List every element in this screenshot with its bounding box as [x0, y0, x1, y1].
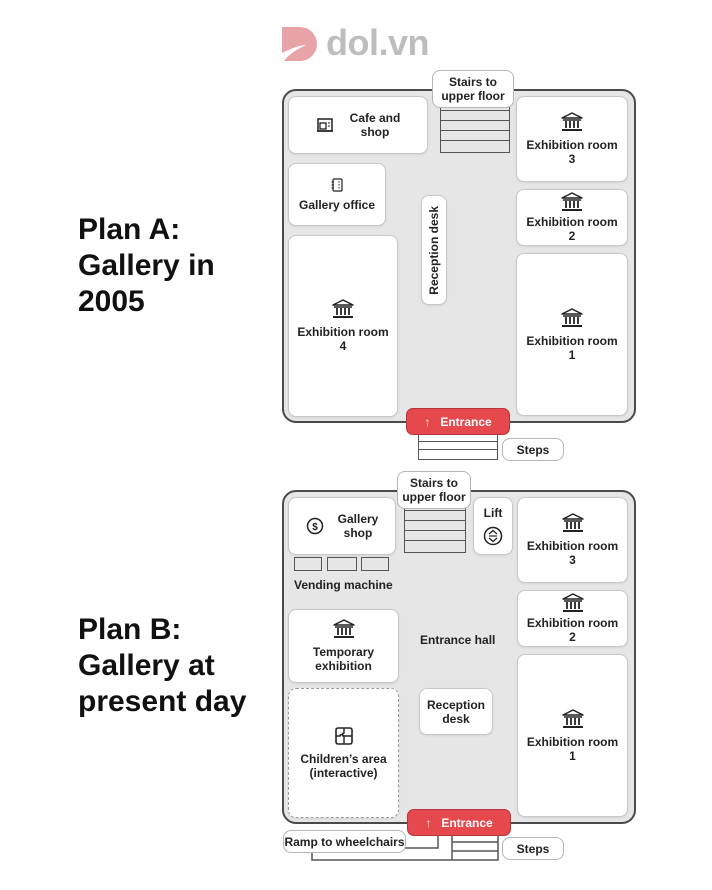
room-label: Temporary: [312, 645, 375, 659]
label-text: Stairs to: [409, 476, 458, 490]
room-label: Gallery office: [298, 197, 376, 212]
room-label: Children’s area: [300, 752, 387, 766]
plan-a-title: Plan A: Gallery in 2005: [78, 212, 215, 320]
room-label: 3: [568, 152, 576, 166]
label-text: Steps: [516, 841, 550, 856]
brand-logo: dol.vn: [280, 20, 430, 66]
plan-a-entrance[interactable]: ↑ Entrance: [406, 408, 510, 435]
plan-a-exhibition-room-4: Exhibition room 4: [288, 235, 398, 417]
plan-a-gallery-office: Gallery office: [288, 163, 386, 226]
puzzle-icon: [334, 726, 354, 746]
room-label: 1: [569, 748, 576, 763]
label-text: upper floor: [402, 490, 466, 504]
plan-a-stairs-label: Stairs to upper floor: [432, 70, 514, 108]
arrow-up-icon: ↑: [425, 815, 432, 830]
plan-a-title-line: Gallery in: [78, 249, 215, 282]
museum-icon: [561, 708, 584, 729]
room-label: Exhibition room: [526, 734, 619, 749]
plan-a-title-line: 2005: [78, 285, 145, 318]
museum-icon: [332, 299, 354, 319]
room-label: Exhibition room: [297, 325, 389, 339]
plan-b-title-line: Plan B:: [78, 613, 182, 646]
plan-b-gallery-shop: $ Gallery shop: [288, 497, 396, 555]
dollar-icon: $: [306, 517, 324, 535]
entrance-hall-label: Entrance hall: [420, 633, 496, 647]
room-label: Exhibition room: [526, 539, 619, 553]
plan-a-cafe-and-shop: Cafe and shop: [288, 96, 428, 154]
plan-b-entrance[interactable]: ↑ Entrance: [407, 809, 511, 836]
label-text: Steps: [516, 442, 550, 457]
plan-a-exhibition-room-2: Exhibition room 2: [516, 189, 628, 246]
museum-icon: [561, 593, 584, 613]
museum-icon: [561, 192, 583, 212]
vending-machine-label: Vending machine: [294, 578, 393, 592]
room-label: 1: [568, 347, 576, 362]
plan-b-lift: Lift: [473, 497, 513, 555]
room-label: (interactive): [309, 766, 378, 780]
vending-machine-unit: [361, 557, 389, 571]
plan-b-reception-desk: Reception desk: [419, 688, 493, 735]
room-label: exhibition: [315, 659, 372, 673]
vending-machine-unit: [327, 557, 357, 571]
room-label: 3: [569, 553, 576, 567]
room-label: 2: [568, 229, 576, 243]
museum-icon: [332, 619, 355, 639]
room-label: Lift: [483, 506, 503, 520]
plan-b-steps-label: Steps: [502, 837, 564, 860]
room-label: 2: [569, 630, 576, 644]
arrow-up-icon: ↑: [424, 414, 431, 429]
room-label: shop: [343, 526, 373, 540]
entrance-label: Entrance: [440, 414, 492, 429]
room-label: Exhibition room: [526, 138, 618, 152]
museum-icon: [561, 513, 584, 533]
room-label: Gallery: [337, 512, 379, 526]
plan-b-childrens-area: Children’s area (interactive): [288, 688, 399, 818]
plan-a-steps-drawing: [418, 433, 498, 460]
plan-b-title-line: Gallery at: [78, 649, 215, 682]
entrance-label: Entrance: [441, 815, 493, 830]
plan-b-exhibition-room-2: Exhibition room 2: [517, 590, 628, 647]
lift-icon: [483, 526, 503, 546]
museum-icon: [561, 307, 583, 328]
plan-b-exhibition-room-1: Exhibition room 1: [517, 654, 628, 817]
room-label: Exhibition room: [526, 616, 619, 630]
vending-machine-unit: [294, 557, 322, 571]
room-label: desk: [442, 711, 470, 726]
label-text: Ramp to wheelchairs: [284, 834, 405, 849]
room-label: 4: [339, 339, 347, 353]
notebook-icon: [331, 177, 343, 192]
logo-mark-icon: [282, 27, 317, 61]
room-label: Reception desk: [427, 205, 441, 295]
plan-a-exhibition-room-3: Exhibition room 3: [516, 96, 628, 182]
room-label: shop: [360, 125, 390, 139]
plan-b-temporary-exhibition: Temporary exhibition: [288, 609, 399, 683]
room-label: Reception: [426, 697, 485, 712]
coffee-machine-icon: [316, 117, 334, 133]
room-label: Exhibition room: [526, 215, 618, 229]
brand-name: dol.vn: [326, 22, 430, 63]
plan-b-title-line: present day: [78, 685, 247, 718]
museum-icon: [561, 112, 583, 132]
label-text: upper floor: [441, 89, 505, 103]
plan-b-title: Plan B: Gallery at present day: [78, 612, 246, 720]
room-label: Cafe and: [349, 111, 401, 125]
plan-b-exhibition-room-3: Exhibition room 3: [517, 497, 628, 583]
room-label: Exhibition room: [526, 333, 618, 348]
plan-a-exhibition-room-1: Exhibition room 1: [516, 253, 628, 416]
plan-a-reception-desk: Reception desk: [421, 195, 447, 305]
plan-b-ramp-label: Ramp to wheelchairs: [283, 830, 406, 853]
svg-text:$: $: [312, 522, 318, 533]
plan-a-steps-label: Steps: [502, 438, 564, 461]
plan-b-stairs-label: Stairs to upper floor: [397, 471, 471, 509]
plan-a-title-line: Plan A:: [78, 213, 181, 246]
label-text: Stairs to: [448, 75, 497, 89]
